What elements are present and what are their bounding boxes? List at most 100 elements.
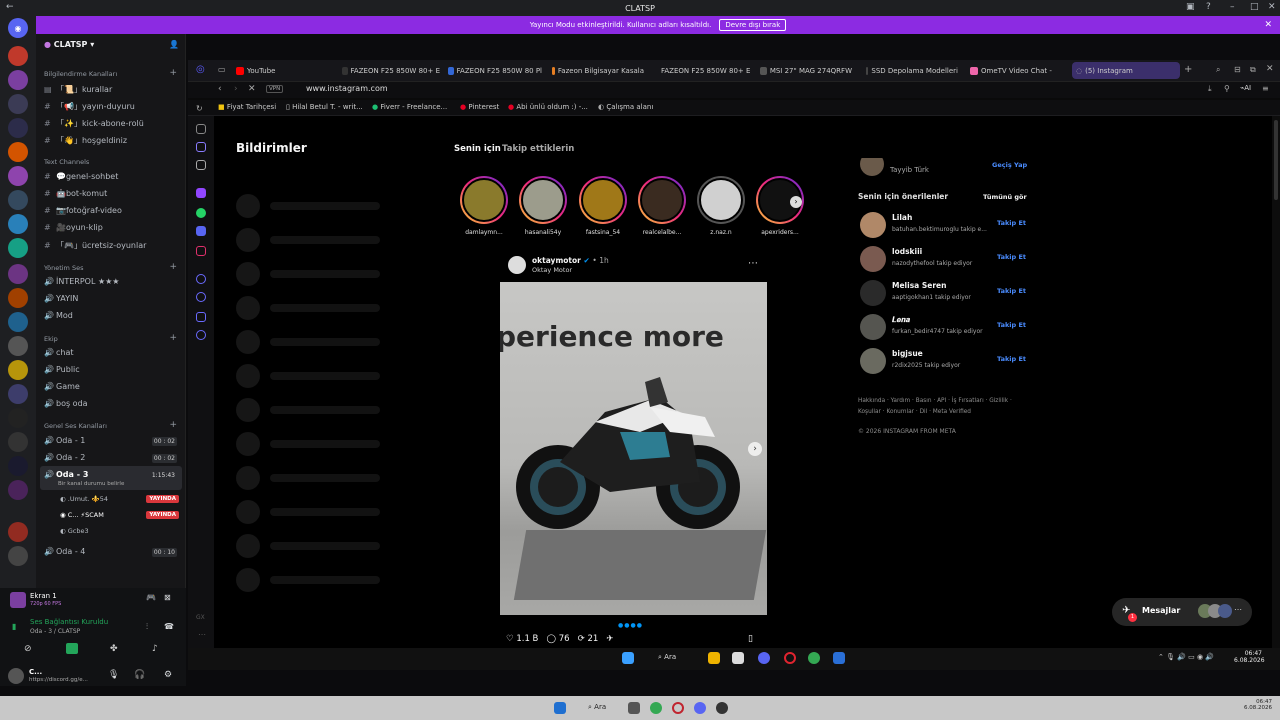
story-item[interactable]: fastsina_54 xyxy=(577,176,629,236)
tab-ssd[interactable]: SSD Depolama Modelleri xyxy=(866,64,958,78)
app-icon[interactable] xyxy=(833,652,845,664)
steam-icon[interactable] xyxy=(716,702,728,714)
voice-oda-1[interactable]: 🔊 Oda - 1 xyxy=(44,436,85,445)
minimize-icon[interactable]: – xyxy=(1230,2,1235,12)
sidebar-icon[interactable] xyxy=(196,124,206,134)
bookmark[interactable]: ▯ Hilal Betul T. - writ... xyxy=(286,103,363,111)
suggestion-item[interactable]: 𝑳𝒆𝒏𝒂 furkan_bedir4747 takip ediyor Takip E… xyxy=(860,312,1026,340)
file-explorer-icon[interactable] xyxy=(708,652,720,664)
disable-streamer-button[interactable]: Devre dışı bırak xyxy=(719,19,787,31)
disconnect-icon[interactable]: ☎ xyxy=(164,622,174,631)
server-icon[interactable] xyxy=(8,46,28,66)
tab-fazeon-2[interactable]: FAZEON F25 850W 80 Pl xyxy=(448,64,542,78)
windows-start-icon[interactable] xyxy=(554,702,566,714)
send-icon[interactable]: ✈ xyxy=(606,634,613,644)
sidebar-icon[interactable] xyxy=(196,160,206,170)
help-icon[interactable]: ? xyxy=(1206,2,1211,12)
avatar[interactable] xyxy=(8,668,24,684)
server-icon[interactable] xyxy=(8,408,28,428)
server-icon[interactable] xyxy=(8,456,28,476)
channel-bot-komut[interactable]: # 🤖bot-komut xyxy=(44,189,107,198)
server-icon[interactable] xyxy=(8,214,28,234)
channel-kick-abone[interactable]: # 「✨」kick-abone-rolü xyxy=(44,118,144,129)
refresh-icon[interactable]: ↻ xyxy=(196,104,206,114)
suggestion-item[interactable]: lodskiii nazodythefool takip ediyor Takip … xyxy=(860,244,1026,272)
forward-icon[interactable]: › xyxy=(234,84,238,94)
twitch-icon[interactable] xyxy=(196,188,206,198)
tab-msi[interactable]: MSI 27" MAG 274QRFW xyxy=(760,64,852,78)
aria-ai-icon[interactable]: ⌁AI xyxy=(1240,84,1251,92)
history-icon[interactable] xyxy=(196,292,206,302)
soundboard-icon[interactable]: ♪ xyxy=(152,644,158,654)
server-icon[interactable] xyxy=(8,522,28,542)
task-view-icon[interactable] xyxy=(628,702,640,714)
messages-button[interactable]: ✈ 1 Mesajlar ⋯ xyxy=(1112,598,1252,626)
follow-button[interactable]: Takip Et xyxy=(997,219,1026,227)
follow-button[interactable]: Takip Et xyxy=(997,287,1026,295)
server-icon[interactable] xyxy=(8,118,28,138)
server-icon[interactable] xyxy=(8,94,28,114)
close-window-icon[interactable]: ✕ xyxy=(1266,64,1274,74)
follow-button[interactable]: Takip Et xyxy=(997,321,1026,329)
server-icon[interactable] xyxy=(8,288,28,308)
opera-taskbar-icon[interactable] xyxy=(672,702,684,714)
instagram-icon[interactable] xyxy=(196,246,206,256)
server-icon[interactable] xyxy=(8,384,28,404)
server-icon[interactable] xyxy=(8,546,28,566)
tab-youtube[interactable]: YouTube xyxy=(236,64,336,78)
server-icon[interactable] xyxy=(8,480,28,500)
tab-fazeon-3[interactable]: FAZEON F25 850W 80+ E xyxy=(658,64,750,78)
channel-hosgeldiniz[interactable]: # 「👋」hoşgeldiniz xyxy=(44,135,127,146)
bookmark[interactable]: ● Fiverr - Freelance... xyxy=(372,103,447,111)
voice-user[interactable]: ◐ Gcbe3 xyxy=(60,527,89,535)
gamepad-icon[interactable]: 🎮 xyxy=(146,593,156,602)
clock[interactable]: 06:47 6.08.2026 xyxy=(1242,699,1272,711)
voice-status[interactable]: Ses Bağlantısı Kuruldu xyxy=(30,618,108,626)
voice-game[interactable]: 🔊 Game xyxy=(44,382,80,391)
chrome-icon[interactable] xyxy=(808,652,820,664)
suggestion-item[interactable]: Lilah batuhan.bektimuroglu takip e... Taki… xyxy=(860,210,1026,238)
inbox-icon[interactable]: ▣ xyxy=(1186,2,1195,12)
voice-user[interactable]: ◐ .Umut. ⚜️54 xyxy=(60,495,108,503)
new-tab-icon[interactable]: + xyxy=(1184,64,1192,75)
server-name[interactable]: ● CLATSP ▾ xyxy=(44,40,94,49)
maximize-icon[interactable]: □ xyxy=(1250,2,1259,12)
carousel-next-icon[interactable]: › xyxy=(748,442,762,456)
channel-ucretsiz-oyunlar[interactable]: # 「🎮」ücretsiz-oyunlar xyxy=(44,240,146,251)
voice-chat[interactable]: 🔊 chat xyxy=(44,348,74,357)
store-icon[interactable] xyxy=(732,652,744,664)
voice-interpol[interactable]: 🔊 İNTERPOL ★★★ xyxy=(44,277,119,286)
discord-icon[interactable] xyxy=(196,226,206,236)
voice-yayin[interactable]: 🔊 YAYIN xyxy=(44,294,78,303)
bookmark[interactable]: ■ Fiyat Tarihçesi xyxy=(218,103,276,111)
voice-channel-path[interactable]: Oda - 3 / CLATSP xyxy=(30,628,80,635)
extensions-icon[interactable]: ⚲ xyxy=(1224,84,1230,93)
stop-icon[interactable]: ✕ xyxy=(248,84,256,94)
bookmark[interactable]: ● Abi ünlü oldum :) -... xyxy=(508,103,588,111)
bookmark[interactable]: ◐ Çalışma alanı xyxy=(598,103,653,111)
url-input[interactable]: www.instagram.com xyxy=(306,84,388,93)
taskbar-search[interactable]: ⌕ Ara xyxy=(588,703,606,712)
settings-gear-icon[interactable]: ⚙ xyxy=(164,670,172,680)
avatar[interactable] xyxy=(508,256,526,274)
video-off-icon[interactable]: ⊘ xyxy=(24,644,32,654)
stop-stream-icon[interactable]: ⊠ xyxy=(164,593,171,602)
voice-mod[interactable]: 🔊 Mod xyxy=(44,311,73,320)
story-item[interactable]: realcelalbe... xyxy=(636,176,688,236)
tab-for-you[interactable]: Senin için xyxy=(454,144,501,154)
banner-close-icon[interactable]: ✕ xyxy=(1264,20,1272,30)
switch-account-link[interactable]: Geçiş Yap xyxy=(992,161,1027,169)
username[interactable]: C... xyxy=(29,668,42,676)
post-more-icon[interactable]: ⋯ xyxy=(748,258,758,269)
follow-button[interactable]: Takip Et xyxy=(997,355,1026,363)
voice-oda-2[interactable]: 🔊 Oda - 2 xyxy=(44,453,85,462)
bookmark[interactable]: ● Pinterest xyxy=(460,103,499,111)
server-icon[interactable] xyxy=(8,238,28,258)
server-icon[interactable] xyxy=(8,360,28,380)
post-image[interactable]: perience more › xyxy=(500,282,767,615)
server-icon[interactable] xyxy=(8,264,28,284)
category-yonetim[interactable]: Yönetim Ses xyxy=(44,264,83,272)
channel-yayin-duyuru[interactable]: # 「📢」yayın-duyuru xyxy=(44,101,135,112)
voice-user[interactable]: ◉ C... ⚡SCAM xyxy=(60,511,104,519)
footer-links[interactable]: Hakkında · Yardım · Basın · API · İş Fır… xyxy=(858,396,1028,418)
